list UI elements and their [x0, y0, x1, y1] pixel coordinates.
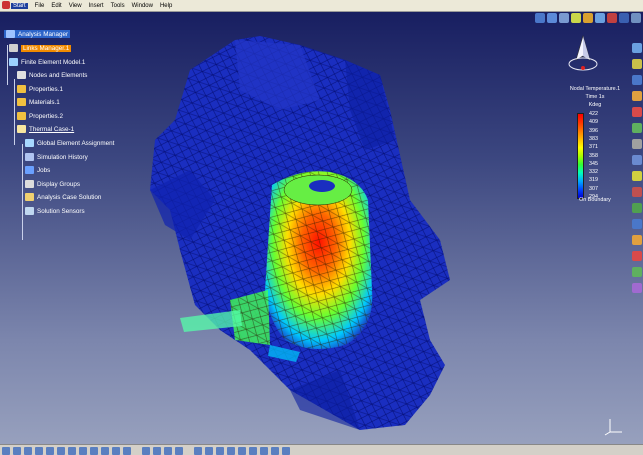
tree-node-finite-element-model[interactable]: Finite Element Model.1 [9, 58, 85, 66]
tree-node-label: Materials.1 [29, 98, 60, 106]
tree-node-label: Thermal Case-1 [29, 125, 75, 133]
legend-tick-label: 383 [589, 135, 598, 142]
tree-node-jobs[interactable]: Jobs [25, 166, 50, 174]
axis-system-icon[interactable] [227, 446, 235, 455]
legend-tick-label: 396 [589, 127, 598, 134]
tree-node-label: Properties.2 [29, 112, 63, 120]
fem-model-icon [9, 58, 18, 66]
apply-material-icon[interactable] [153, 446, 161, 455]
normal-view-icon[interactable] [79, 446, 87, 455]
analysis-manager-icon [6, 30, 15, 38]
legend-time: Time 1s [585, 94, 605, 100]
thermal-case-icon [17, 125, 26, 133]
tree-node-thermal-case[interactable]: Thermal Case-1 [17, 125, 74, 133]
links-manager-icon [9, 44, 18, 52]
legend-tick-label: 319 [589, 177, 598, 184]
snap-icon[interactable] [238, 446, 246, 455]
tree-node-nodes-and-elements[interactable]: Nodes and Elements [17, 71, 87, 79]
history-icon [25, 153, 34, 161]
tree-node-label: Finite Element Model.1 [21, 58, 86, 66]
tree-node-label: Jobs [37, 166, 51, 174]
tree-node-simulation-history[interactable]: Simulation History [25, 153, 88, 161]
tree-node-analysis-manager[interactable]: Analysis Manager [4, 30, 71, 38]
legend-tick-label: 409 [589, 119, 598, 126]
shading-icon[interactable] [101, 446, 109, 455]
zoom-in-icon[interactable] [57, 446, 65, 455]
tree-node-solution-sensors[interactable]: Solution Sensors [25, 207, 85, 215]
display-groups-icon [25, 180, 34, 188]
tree-node-label: Simulation History [37, 153, 88, 161]
case-solution-icon [25, 193, 34, 201]
compass-icon[interactable] [566, 34, 600, 76]
legend-tick-label: 332 [589, 169, 598, 176]
legend-title: Nodal Temperature.1 [569, 86, 621, 92]
tree-node-label: Global Element Assignment [37, 139, 115, 147]
legend-tick-label: 371 [589, 144, 598, 151]
color-legend[interactable]: Nodal Temperature.1 Time 1s Kdeg 422 409 3… [563, 86, 627, 208]
sensors-icon [25, 207, 34, 215]
measure-icon[interactable] [142, 446, 150, 455]
folder-icon [17, 112, 26, 120]
hide-show-icon[interactable] [112, 446, 120, 455]
tree-node-links-manager[interactable]: Links Manager.1 [9, 44, 72, 52]
specification-tree: Analysis Manager Links Manager.1 Finite … [0, 29, 160, 240]
tree-node-label: Display Groups [37, 180, 81, 188]
plane-icon[interactable] [260, 446, 268, 455]
fit-all-icon[interactable] [24, 446, 32, 455]
folder-icon [17, 85, 26, 93]
rotate-icon[interactable] [46, 446, 54, 455]
geometry-icon[interactable] [216, 446, 224, 455]
axis-triad-icon [604, 419, 622, 436]
legend-tick-label: 358 [589, 152, 598, 159]
legend-footer: On Boundary [579, 197, 611, 203]
tree-node-display-groups[interactable]: Display Groups [25, 180, 80, 188]
nodes-elements-icon [17, 71, 26, 79]
tree-node-global-element-assignment[interactable]: Global Element Assignment [25, 139, 114, 147]
tree-node-analysis-case-solution[interactable]: Analysis Case Solution [25, 193, 101, 201]
legend-tick-label: 345 [589, 160, 598, 167]
legend-tick-label: 422 [589, 111, 598, 117]
tree-node-label: Links Manager.1 [21, 44, 72, 52]
tree-node-materials-1[interactable]: Materials.1 [17, 98, 60, 106]
legend-tick-label: 307 [589, 185, 598, 192]
pan-icon[interactable] [35, 446, 43, 455]
tree-node-label: Nodes and Elements [29, 71, 88, 79]
tools-icon[interactable] [205, 446, 213, 455]
tree-node-properties-1[interactable]: Properties.1 [17, 85, 63, 93]
application-window: Start File Edit View Insert Tools Window… [0, 0, 643, 455]
zoom-out-icon[interactable] [68, 446, 76, 455]
grid-icon[interactable] [249, 446, 257, 455]
iso-view-icon[interactable] [90, 446, 98, 455]
folder-icon [17, 98, 26, 106]
update-icon[interactable] [194, 446, 202, 455]
swap-visible-icon[interactable] [123, 446, 131, 455]
sketch-icon[interactable] [175, 446, 183, 455]
tree-node-label: Analysis Case Solution [37, 193, 102, 201]
select-icon[interactable] [2, 446, 10, 455]
point-icon[interactable] [271, 446, 279, 455]
fly-mode-icon[interactable] [13, 446, 21, 455]
catalog-icon[interactable] [164, 446, 172, 455]
bottom-toolbar [0, 444, 643, 455]
tree-node-properties-2[interactable]: Properties.2 [17, 112, 63, 120]
tree-node-label: Solution Sensors [37, 207, 85, 215]
tree-node-label: Properties.1 [29, 85, 63, 93]
legend-unit: Kdeg [588, 102, 602, 108]
element-assignment-icon [25, 139, 34, 147]
line-icon[interactable] [282, 446, 290, 455]
jobs-icon [25, 166, 34, 174]
tree-node-label: Analysis Manager [18, 30, 69, 38]
legend-color-bar [577, 113, 584, 199]
